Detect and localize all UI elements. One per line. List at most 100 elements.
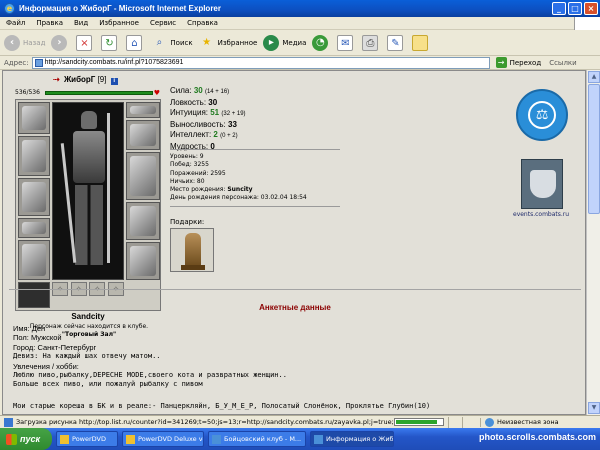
menu-favorites[interactable]: Избранное (99, 19, 139, 27)
character-nick: ЖиборГ (63, 75, 96, 84)
search-button[interactable]: ⌕ Поиск (151, 35, 193, 51)
edit-button[interactable]: ✎ (387, 34, 406, 51)
close-button[interactable]: × (584, 2, 598, 15)
taskbar-item[interactable]: PowerDVD (56, 431, 118, 447)
back-arrow-icon: ‹ (4, 34, 20, 51)
status-cell (462, 416, 476, 428)
refresh-button[interactable]: ↻ (101, 34, 120, 51)
scroll-up-icon[interactable]: ▲ (588, 71, 600, 83)
earring-slot[interactable] (126, 120, 160, 150)
stop-button[interactable]: × (76, 34, 95, 51)
history-icon: ◔ (312, 34, 329, 51)
go-arrow-icon: → (495, 57, 507, 68)
maximize-button[interactable]: □ (568, 2, 582, 15)
print-button[interactable]: ⎙ (362, 34, 381, 51)
watermark: photo.scrolls.combats.com (478, 432, 596, 442)
divider (170, 149, 340, 150)
links-button[interactable]: Ссылки (549, 59, 577, 67)
profile-title: Анкетные данные (259, 303, 331, 312)
back-button[interactable]: ‹ Назад (4, 34, 46, 51)
media-button[interactable]: ▸ Медиа (263, 34, 306, 51)
menu-file[interactable]: Файл (6, 19, 25, 27)
profile-sex: Пол: Мужской (13, 333, 62, 343)
progress-fill (396, 420, 438, 424)
window-title-bar[interactable]: e Информация о ЖиборГ - Microsoft Intern… (0, 0, 600, 17)
taskbar-item[interactable]: PowerDVD Deluxe ve... (122, 431, 204, 447)
amulet-slot[interactable] (126, 102, 160, 118)
globe-icon (485, 417, 494, 427)
shield-slot[interactable] (126, 202, 160, 240)
history-button[interactable]: ◔ (312, 34, 331, 51)
favorites-button[interactable]: ★ Избранное (199, 35, 257, 51)
toolbar: ‹ Назад › × ↻ ⌂ ⌕ Поиск ★ Избранное ▸ Ме… (0, 30, 600, 56)
address-input[interactable]: http://sandcity.combats.ru/inf.pl?107582… (31, 56, 490, 69)
home-button[interactable]: ⌂ (126, 34, 145, 51)
forward-arrow-icon: › (51, 34, 68, 51)
private-message-icon[interactable]: ⇢ (53, 75, 60, 84)
boots-slot[interactable] (126, 242, 160, 280)
stop-icon: × (76, 34, 93, 51)
windows-flag-icon (6, 433, 17, 445)
scroll-down-icon[interactable]: ▼ (588, 402, 600, 414)
stat-wisdom: Мудрость: 0 (170, 141, 215, 151)
address-bar: Адрес: http://sandcity.combats.ru/inf.pl… (0, 56, 600, 70)
events-link[interactable]: events.combats.ru (513, 211, 569, 218)
forward-button[interactable]: › (51, 34, 70, 51)
back-label: Назад (23, 38, 46, 47)
profile-friends: Мои старые кореша в БК и в реале:- Панце… (13, 402, 431, 410)
hp-bar (45, 91, 153, 95)
city-name: Sandcity (71, 312, 105, 321)
belt-slot[interactable] (18, 218, 50, 238)
stat-intuition: Интуиция: 51 (32 + 19) (170, 108, 246, 117)
info-level: Уровень: 9 (170, 153, 204, 160)
security-zone: Неизвестная зона (480, 417, 559, 427)
helmet-slot[interactable] (18, 102, 50, 134)
star-icon: ★ (202, 36, 212, 48)
taskbar-item[interactable]: Бойцовский клуб - М... (208, 431, 306, 447)
app-icon (60, 434, 69, 444)
scroll-thumb[interactable] (588, 84, 600, 214)
hp-value: 536/536 (15, 89, 40, 96)
rune-row: ✧ ✧ ✧ ✧ (52, 282, 124, 298)
stat-intellect: Интеллект: 2 (0 + 2) (170, 130, 238, 139)
armor-slot[interactable] (18, 178, 50, 216)
vertical-scrollbar[interactable]: ▲ ▼ (586, 70, 600, 415)
page-icon (34, 58, 43, 67)
stat-endurance: Выносливость: 33 (170, 119, 237, 129)
stats-block: Сила: 30 (14 + 16) Ловкость: 30 Интуиция… (170, 86, 246, 152)
note-icon (412, 34, 429, 51)
info-wins: Побед: 3255 (170, 161, 209, 169)
messenger-button[interactable] (412, 34, 431, 51)
menu-edit[interactable]: Правка (36, 19, 63, 27)
stat-agility: Ловкость: 30 (170, 97, 218, 107)
ring-slot[interactable] (18, 240, 50, 280)
mail-button[interactable]: ✉ (337, 34, 356, 51)
minimize-button[interactable]: _ (552, 2, 566, 15)
status-cell (448, 416, 462, 428)
profile-city: Город: Санкт-Петербург (13, 342, 97, 352)
character-figure (52, 102, 124, 280)
go-label: Переход (509, 58, 542, 67)
paperdoll: ✧ ✧ ✧ ✧ (15, 99, 161, 311)
start-button[interactable]: пуск (0, 428, 52, 450)
menu-tools[interactable]: Сервис (150, 19, 176, 27)
page-content: ⇢ ЖиборГ [9] i 536/536 ♥ ✧ ✧ ✧ ✧ Sandci (2, 70, 586, 415)
media-icon: ▸ (263, 34, 280, 51)
hp-row: 536/536 ♥ (15, 89, 160, 97)
menu-bar: Файл Правка Вид Избранное Сервис Справка (0, 17, 600, 30)
loading-icon (4, 417, 13, 427)
gloves-slot[interactable] (126, 152, 160, 200)
gift-item[interactable] (170, 228, 214, 272)
taskbar-item-active[interactable]: Информация о Жибо... (310, 431, 394, 447)
progress-bar (394, 418, 444, 426)
profile-block: Имя: Ден Пол: Мужской Город: Санкт-Петер… (13, 324, 287, 390)
address-url: http://sandcity.combats.ru/inf.pl?107582… (44, 58, 184, 66)
weapon-slot[interactable] (18, 136, 50, 176)
events-crest-icon[interactable] (521, 159, 563, 209)
info-icon[interactable]: i (110, 78, 118, 85)
menu-view[interactable]: Вид (74, 19, 88, 27)
justice-scales-icon[interactable]: ⚖ (516, 89, 568, 141)
menu-help[interactable]: Справка (187, 19, 218, 27)
window-title: Информация о ЖиборГ - Microsoft Internet… (19, 4, 221, 13)
go-button[interactable]: → Переход (495, 57, 542, 68)
